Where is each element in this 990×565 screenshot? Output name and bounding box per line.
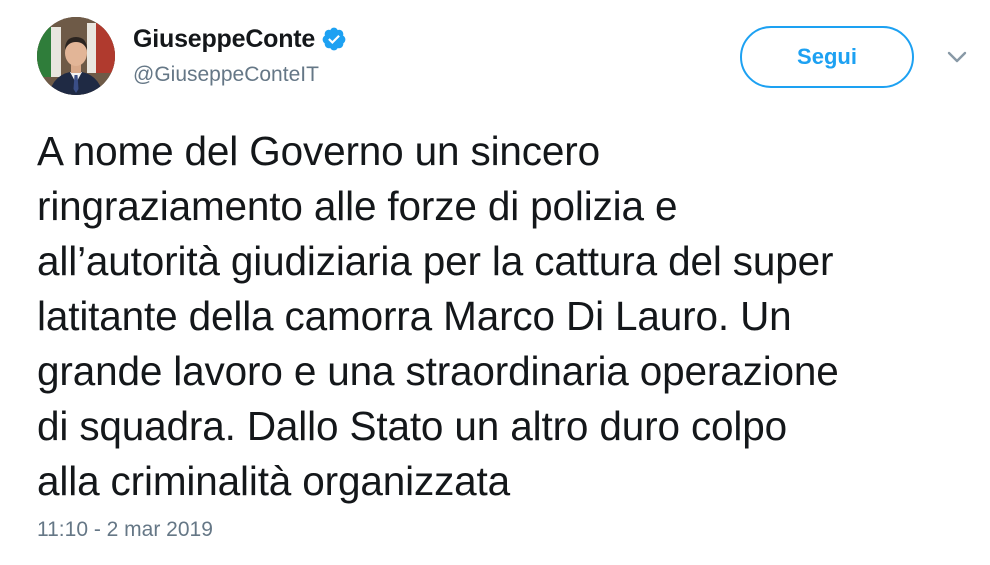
tweet-text-line: latitante della camorra Marco Di Lauro. … bbox=[37, 293, 792, 339]
tweet-text-line: all’autorità giudiziaria per la cattura … bbox=[37, 238, 834, 284]
verified-badge-icon bbox=[321, 26, 347, 52]
tweet-text-line: di squadra. Dallo Stato un altro duro co… bbox=[37, 403, 788, 449]
tweet-timestamp[interactable]: 11:10 - 2 mar 2019 bbox=[37, 518, 213, 542]
profile-photo-image bbox=[37, 17, 115, 95]
display-name[interactable]: GiuseppeConte bbox=[133, 25, 315, 54]
author-handle[interactable]: @GiuseppeConteIT bbox=[133, 63, 319, 87]
tweet-text-line: ringraziamento alle forze di polizia e bbox=[37, 183, 678, 229]
tweet-text: A nome del Governo un sincero ringraziam… bbox=[37, 124, 977, 509]
author-name-row[interactable]: GiuseppeConte bbox=[133, 22, 347, 56]
avatar[interactable] bbox=[37, 17, 115, 95]
tweet-card: GiuseppeConte @GiuseppeConteIT Segui A n… bbox=[0, 0, 990, 565]
follow-button[interactable]: Segui bbox=[740, 26, 914, 88]
tweet-text-line: grande lavoro e una straordinaria operaz… bbox=[37, 348, 839, 394]
tweet-text-line: A nome del Governo un sincero bbox=[37, 128, 600, 174]
chevron-down-icon[interactable] bbox=[944, 48, 970, 66]
tweet-text-line: alla criminalità organizzata bbox=[37, 458, 511, 504]
